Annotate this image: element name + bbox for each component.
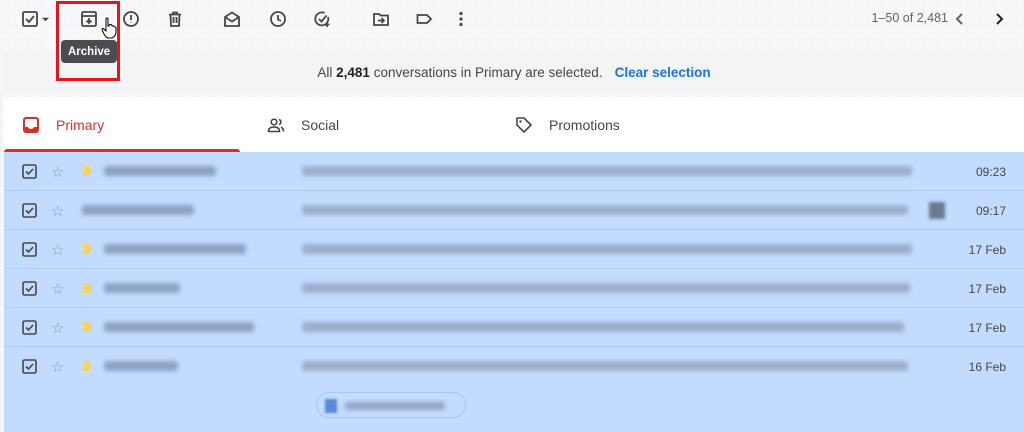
newer-page-chevron-icon[interactable] (948, 7, 972, 31)
email-sender-redacted (82, 205, 194, 215)
email-row[interactable]: ☆ 17 Feb (4, 230, 1024, 269)
inbox-icon (23, 116, 39, 133)
tab-promotions[interactable]: Promotions (515, 97, 620, 152)
email-date: 17 Feb (968, 321, 1006, 335)
mark-as-read-icon[interactable] (220, 7, 244, 31)
important-marker-icon[interactable] (82, 244, 92, 254)
email-row[interactable]: ☆ 09:23 (4, 152, 1024, 191)
selection-message: All 2,481 conversations in Primary are s… (317, 64, 603, 80)
tab-label: Social (301, 116, 340, 133)
email-date: 17 Feb (968, 282, 1006, 296)
add-to-tasks-icon[interactable] (310, 7, 334, 31)
email-date: 16 Feb (968, 360, 1006, 374)
row-checkbox-icon[interactable] (22, 203, 37, 218)
important-marker-icon[interactable] (82, 283, 92, 293)
star-icon[interactable]: ☆ (51, 280, 64, 298)
toolbar: 1–50 of 2,481 (0, 0, 1024, 38)
email-sender-redacted (104, 322, 254, 332)
tab-label: Primary (56, 116, 105, 133)
selection-banner: All 2,481 conversations in Primary are s… (4, 50, 1024, 94)
clear-selection-link[interactable]: Clear selection (615, 65, 711, 80)
move-to-icon[interactable] (369, 7, 393, 31)
category-tabs: Primary Social Promotions (4, 97, 1024, 152)
email-snippet-redacted (302, 244, 912, 254)
email-snippet-redacted (302, 205, 908, 215)
tab-social[interactable]: Social (267, 97, 339, 152)
email-snippet-redacted (302, 283, 910, 293)
star-icon[interactable]: ☆ (51, 202, 64, 220)
row-checkbox-icon[interactable] (22, 320, 37, 335)
row-checkbox-icon[interactable] (22, 281, 37, 296)
hand-cursor-icon (101, 17, 117, 39)
email-snippet-redacted (302, 361, 908, 371)
important-marker-icon[interactable] (82, 322, 92, 332)
email-date: 17 Feb (968, 243, 1006, 257)
important-marker-icon[interactable] (82, 361, 92, 371)
email-sender-redacted (104, 166, 216, 176)
email-snippet-redacted (302, 166, 912, 176)
tab-primary[interactable]: Primary (4, 97, 240, 152)
attachment-name-redacted (345, 402, 445, 410)
archive-tooltip: Archive (61, 40, 118, 63)
tab-label: Promotions (549, 116, 620, 133)
pagination-range: 1–50 of 2,481 (871, 11, 948, 25)
email-row[interactable]: ☆ 17 Feb (4, 308, 1024, 347)
email-row[interactable]: ☆ 17 Feb (4, 269, 1024, 308)
email-date: 09:23 (975, 165, 1006, 179)
attachment-thumbnail (929, 202, 945, 219)
report-spam-icon[interactable] (119, 7, 143, 31)
snooze-icon[interactable] (266, 7, 290, 31)
star-icon[interactable]: ☆ (51, 358, 64, 376)
selection-count: 2,481 (336, 64, 370, 80)
star-icon[interactable]: ☆ (51, 241, 64, 259)
attachment-icon (325, 399, 337, 413)
delete-icon[interactable] (163, 7, 187, 31)
archive-icon[interactable] (77, 7, 101, 31)
select-dropdown-icon[interactable] (38, 7, 52, 31)
more-icon[interactable] (449, 7, 473, 31)
email-row[interactable]: ☆ 09:17 (4, 191, 1024, 230)
label-icon[interactable] (412, 7, 436, 31)
email-list: ☆ 09:23 ☆ 09:17 ☆ 17 Feb ☆ 17 Feb ☆ 17 F… (4, 152, 1024, 432)
row-checkbox-icon[interactable] (22, 359, 37, 374)
email-sender-redacted (104, 244, 246, 254)
star-icon[interactable]: ☆ (51, 163, 64, 181)
important-marker-icon[interactable] (82, 166, 92, 176)
email-snippet-redacted (302, 322, 904, 332)
people-icon (267, 117, 285, 132)
tag-icon (516, 116, 532, 133)
row-checkbox-icon[interactable] (22, 242, 37, 257)
attachment-chip[interactable] (316, 392, 466, 418)
email-sender-redacted (104, 361, 178, 371)
email-date: 09:17 (975, 204, 1006, 218)
row-checkbox-icon[interactable] (22, 164, 37, 179)
older-page-chevron-icon[interactable] (987, 7, 1011, 31)
star-icon[interactable]: ☆ (51, 319, 64, 337)
email-row[interactable]: ☆ 16 Feb (4, 347, 1024, 432)
email-sender-redacted (104, 283, 180, 293)
